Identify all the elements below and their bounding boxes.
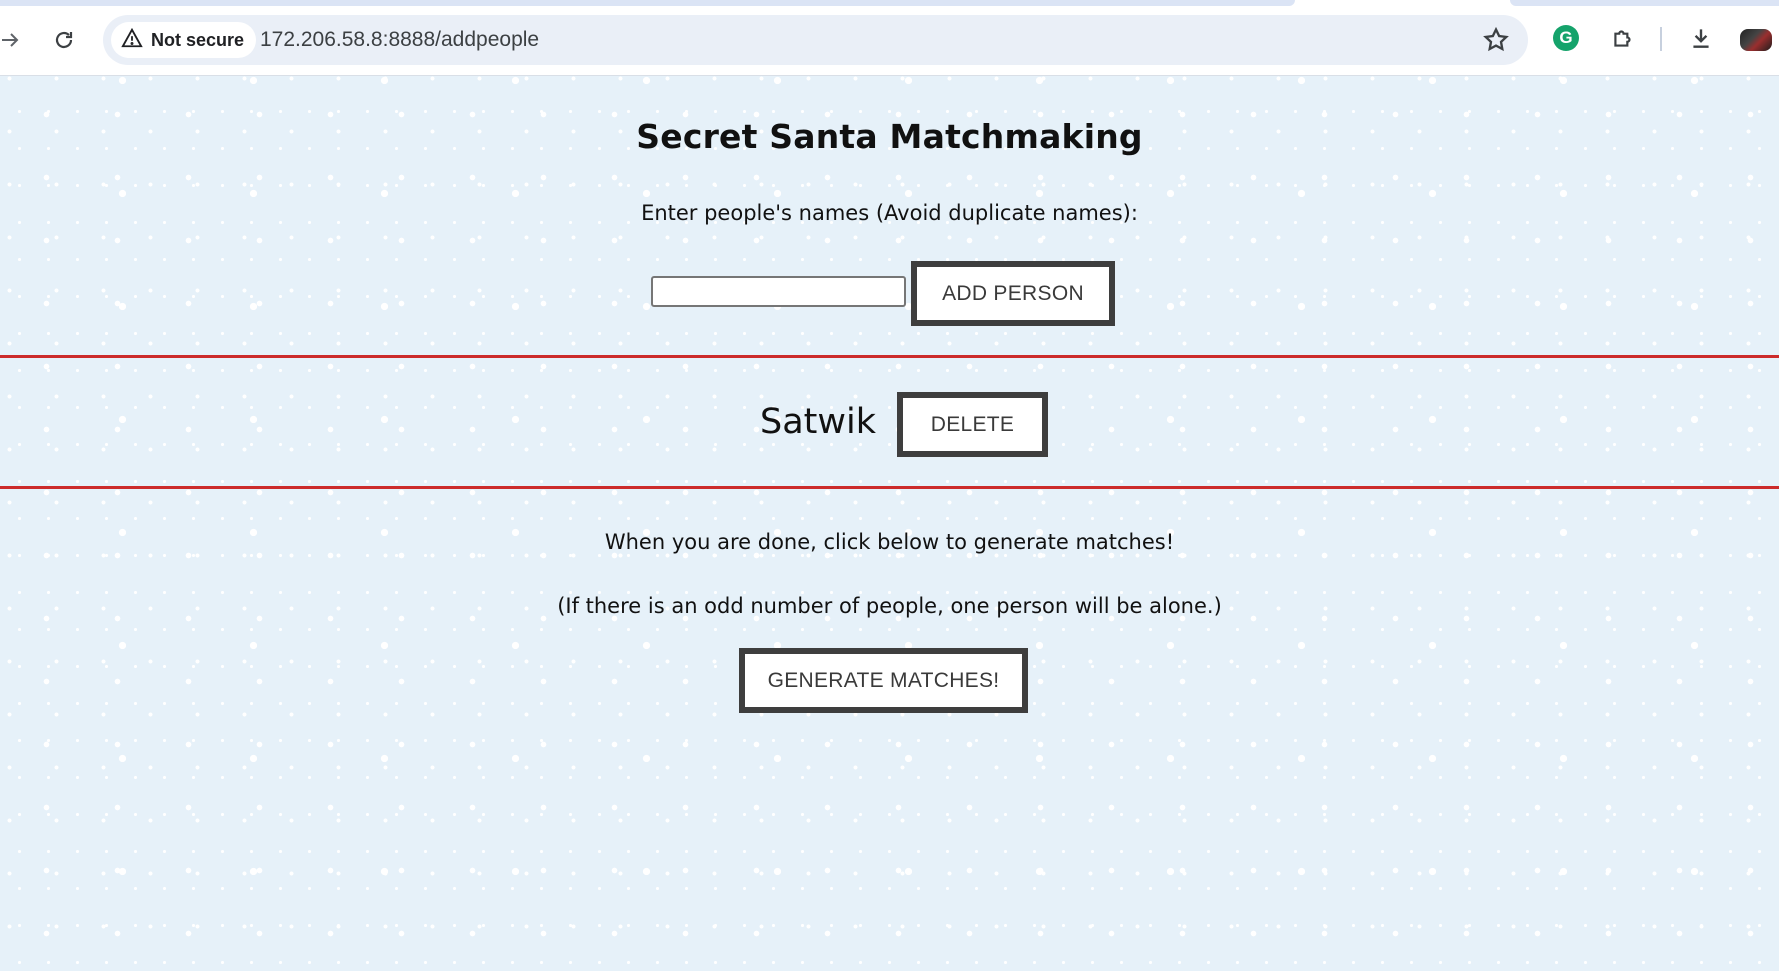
star-icon[interactable] <box>1482 26 1510 54</box>
grammarly-badge: G <box>1553 25 1579 51</box>
browser-toolbar: Not secure 172.206.58.8:8888/addpeople G <box>0 0 1779 76</box>
instruction-text: Enter people's names (Avoid duplicate na… <box>641 201 1138 225</box>
add-person-button[interactable]: ADD PERSON <box>911 261 1115 326</box>
toolbar-separator <box>1660 27 1662 51</box>
grammarly-icon[interactable]: G <box>1550 22 1582 54</box>
download-icon[interactable] <box>1685 22 1717 54</box>
puzzle-piece-icon[interactable] <box>1607 22 1639 54</box>
done-text: When you are done, click below to genera… <box>604 530 1175 554</box>
divider <box>0 486 1779 489</box>
name-input[interactable] <box>651 276 906 307</box>
back-arrow-icon[interactable] <box>0 20 30 60</box>
divider <box>0 355 1779 358</box>
security-chip[interactable]: Not secure <box>111 22 257 58</box>
url-text[interactable]: 172.206.58.8:8888/addpeople <box>260 28 539 52</box>
odd-number-note: (If there is an odd number of people, on… <box>557 594 1222 618</box>
page-title: Secret Santa Matchmaking <box>636 117 1143 156</box>
delete-button[interactable]: DELETE <box>897 392 1048 457</box>
generate-matches-button[interactable]: GENERATE MATCHES! <box>739 648 1028 713</box>
reload-icon[interactable] <box>44 20 84 60</box>
page-content: Secret Santa Matchmaking Enter people's … <box>0 76 1779 971</box>
avatar[interactable] <box>1740 29 1772 51</box>
security-label: Not secure <box>151 29 245 50</box>
tab-strip <box>0 0 1295 6</box>
person-name: Satwik <box>760 402 877 442</box>
warning-triangle-icon <box>121 27 143 54</box>
tab-strip <box>1510 0 1779 6</box>
address-bar[interactable]: Not secure 172.206.58.8:8888/addpeople <box>103 15 1528 65</box>
